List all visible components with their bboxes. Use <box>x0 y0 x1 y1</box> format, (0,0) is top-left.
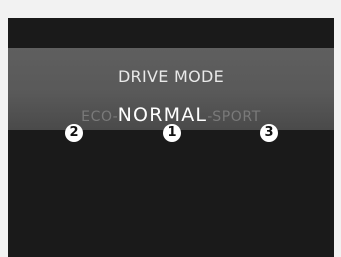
callout-1: 1 <box>163 124 181 142</box>
mode-sport: SPORT <box>212 109 261 125</box>
mode-eco: ECO <box>81 109 113 125</box>
drive-mode-title: DRIVE MODE <box>117 67 225 86</box>
drive-mode-selector: ECO-NORMAL-SPORT <box>8 104 334 126</box>
callout-3: 3 <box>260 124 278 142</box>
display-frame: DRIVE MODE ECO-NORMAL-SPORT 2 1 3 <box>0 0 341 257</box>
callout-2: 2 <box>65 124 83 142</box>
cluster-screen: DRIVE MODE ECO-NORMAL-SPORT 2 1 3 <box>8 18 334 257</box>
mode-normal: NORMAL <box>117 104 208 126</box>
